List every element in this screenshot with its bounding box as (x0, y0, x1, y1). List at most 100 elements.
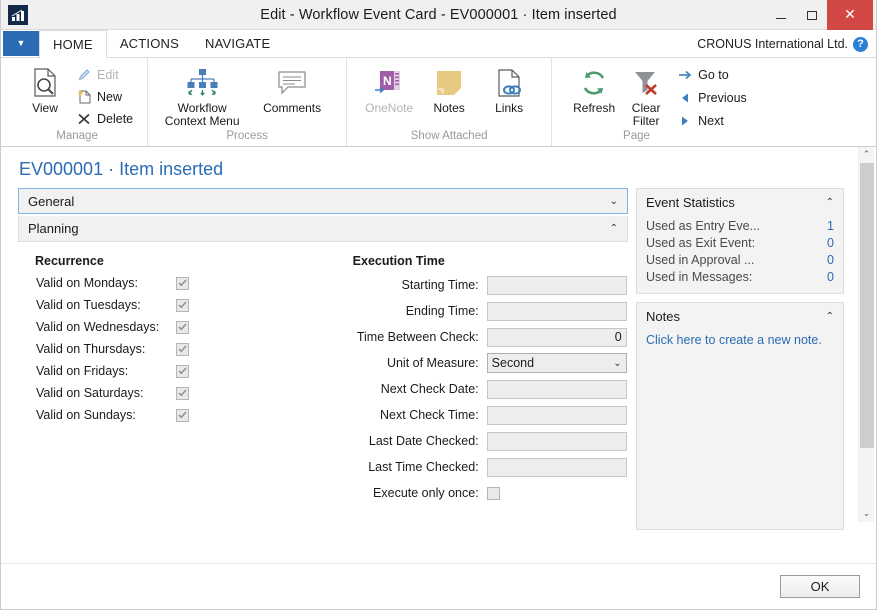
valid-on-mondays-checkbox[interactable] (176, 276, 189, 290)
next-check-date-input[interactable] (486, 379, 627, 399)
maximize-button[interactable] (796, 0, 827, 30)
stat-row: Used in Messages: 0 (646, 268, 834, 285)
section-header-general[interactable]: General ⌄ (18, 188, 628, 214)
unit-of-measure-select[interactable]: Second ⌄ (486, 353, 627, 373)
ribbon-group-page: Refresh Clear Filter Go to Previous Next… (552, 58, 771, 146)
next-check-time-label: Next Check Time: (380, 408, 479, 422)
field-row: Valid on Wednesdays: (18, 316, 343, 338)
close-button[interactable]: ✕ (827, 0, 873, 30)
chevron-up-icon: ⌃ (609, 223, 618, 234)
next-button[interactable]: Next (676, 111, 751, 130)
used-as-entry-event-value[interactable]: 1 (827, 219, 834, 233)
last-date-checked-input[interactable] (486, 431, 627, 451)
arrow-left-triangle-icon (676, 92, 693, 104)
notes-header[interactable]: Notes ⌃ (637, 303, 843, 329)
pencil-icon (75, 68, 92, 82)
next-check-time-input[interactable] (486, 405, 627, 425)
minimize-button[interactable] (765, 0, 796, 30)
clear-filter-button-label: Clear Filter (631, 101, 661, 128)
factbox-column: Event Statistics ⌃ Used as Entry Eve... … (628, 188, 844, 538)
scroll-down-arrow-icon[interactable]: ⌄ (859, 506, 875, 522)
valid-on-thursdays-checkbox[interactable] (176, 342, 189, 356)
sticky-note-icon (435, 66, 463, 100)
event-statistics-title: Event Statistics (646, 194, 735, 210)
execution-time-group: Execution Time Starting Time: Ending Tim… (343, 254, 628, 506)
onenote-icon: N (374, 66, 404, 100)
last-date-checked-label: Last Date Checked: (368, 434, 479, 448)
chevron-down-icon: ▼ (16, 38, 26, 48)
scroll-up-arrow-icon[interactable]: ⌃ (859, 147, 875, 163)
view-button[interactable]: View (17, 62, 73, 115)
vertical-scrollbar[interactable]: ⌃ ⌄ (858, 147, 874, 522)
links-button[interactable]: Links (481, 62, 537, 115)
valid-on-fridays-checkbox[interactable] (176, 364, 189, 378)
refresh-button[interactable]: Refresh (566, 62, 622, 115)
workflow-context-menu-button[interactable]: Workflow Context Menu (162, 62, 242, 128)
used-in-approval-value[interactable]: 0 (827, 253, 834, 267)
comments-button[interactable]: Comments (252, 62, 332, 115)
used-as-exit-event-value[interactable]: 0 (827, 236, 834, 250)
bar-chart-icon (8, 4, 28, 25)
ribbon-group-manage: View Edit New Delete Manage (11, 58, 149, 146)
notes-button[interactable]: Notes (421, 62, 477, 115)
links-chain-icon (496, 66, 522, 100)
valid-on-wednesdays-checkbox[interactable] (176, 320, 189, 334)
tab-actions[interactable]: ACTIONS (107, 30, 192, 57)
onenote-button[interactable]: N OneNote (361, 62, 417, 115)
factbox-event-statistics: Event Statistics ⌃ Used as Entry Eve... … (636, 188, 844, 294)
valid-on-thursdays-label: Valid on Thursdays: (36, 342, 146, 356)
page-title: EV000001 · Item inserted (19, 159, 224, 179)
valid-on-saturdays-checkbox[interactable] (176, 386, 189, 400)
new-button-label: New (97, 89, 123, 104)
used-in-messages-value[interactable]: 0 (827, 270, 834, 284)
main-form-column: General ⌄ Planning ⌃ Recurrence Valid on… (1, 188, 628, 506)
event-statistics-body: Used as Entry Eve... 1 Used as Exit Even… (637, 215, 843, 293)
ending-time-input[interactable] (486, 301, 627, 321)
clear-filter-button[interactable]: Clear Filter (624, 62, 668, 128)
last-time-checked-input[interactable] (486, 457, 627, 477)
refresh-circular-arrows-icon (580, 66, 608, 100)
delete-button[interactable]: Delete (75, 109, 137, 128)
help-icon[interactable]: ? (853, 36, 868, 52)
scrollbar-track[interactable] (859, 163, 875, 506)
field-row: Valid on Fridays: (18, 360, 343, 382)
event-statistics-header[interactable]: Event Statistics ⌃ (637, 189, 843, 215)
quick-access-dropdown-button[interactable]: ▼ (3, 31, 39, 56)
previous-button[interactable]: Previous (676, 88, 751, 107)
unit-of-measure-label: Unit of Measure: (386, 356, 479, 370)
planning-fields: Recurrence Valid on Mondays: Valid on Tu… (18, 242, 628, 506)
new-button[interactable]: New (75, 87, 137, 106)
recurrence-group: Recurrence Valid on Mondays: Valid on Tu… (18, 254, 343, 506)
field-row: Time Between Check: 0 (343, 324, 628, 350)
starting-time-label: Starting Time: (401, 278, 479, 292)
used-as-exit-event-label: Used as Exit Event: (646, 235, 756, 250)
ok-button[interactable]: OK (780, 575, 860, 598)
content-columns: General ⌄ Planning ⌃ Recurrence Valid on… (1, 188, 876, 538)
execute-only-once-checkbox[interactable] (486, 486, 500, 500)
go-to-button[interactable]: Go to (676, 65, 751, 84)
time-between-check-label: Time Between Check: (356, 330, 479, 344)
workflow-event-card-window: Edit - Workflow Event Card - EV000001 · … (0, 0, 877, 610)
field-row: Valid on Mondays: (18, 272, 343, 294)
tab-home[interactable]: HOME (39, 30, 107, 58)
window-controls: ✕ (765, 0, 876, 30)
tab-navigate[interactable]: NAVIGATE (192, 30, 283, 57)
company-indicator: CRONUS International Ltd. ? (697, 30, 868, 58)
valid-on-sundays-checkbox[interactable] (176, 408, 189, 422)
valid-on-tuesdays-checkbox[interactable] (176, 298, 189, 312)
time-between-check-input[interactable]: 0 (486, 327, 627, 347)
starting-time-input[interactable] (486, 275, 627, 295)
create-new-note-link[interactable]: Click here to create a new note. (646, 331, 834, 351)
edit-button[interactable]: Edit (75, 65, 137, 84)
links-button-label: Links (495, 101, 524, 115)
view-button-label: View (32, 101, 58, 115)
field-row: Valid on Thursdays: (18, 338, 343, 360)
valid-on-tuesdays-label: Valid on Tuesdays: (36, 298, 141, 312)
section-header-planning[interactable]: Planning ⌃ (18, 216, 628, 242)
delete-button-label: Delete (97, 111, 134, 126)
scrollbar-thumb[interactable] (859, 163, 874, 448)
notes-body: Click here to create a new note. (637, 329, 843, 359)
ribbon-tab-strip: ▼ HOME ACTIONS NAVIGATE CRONUS Internati… (1, 30, 876, 58)
recurrence-heading: Recurrence (35, 254, 104, 268)
section-header-general-label: General (28, 193, 75, 209)
